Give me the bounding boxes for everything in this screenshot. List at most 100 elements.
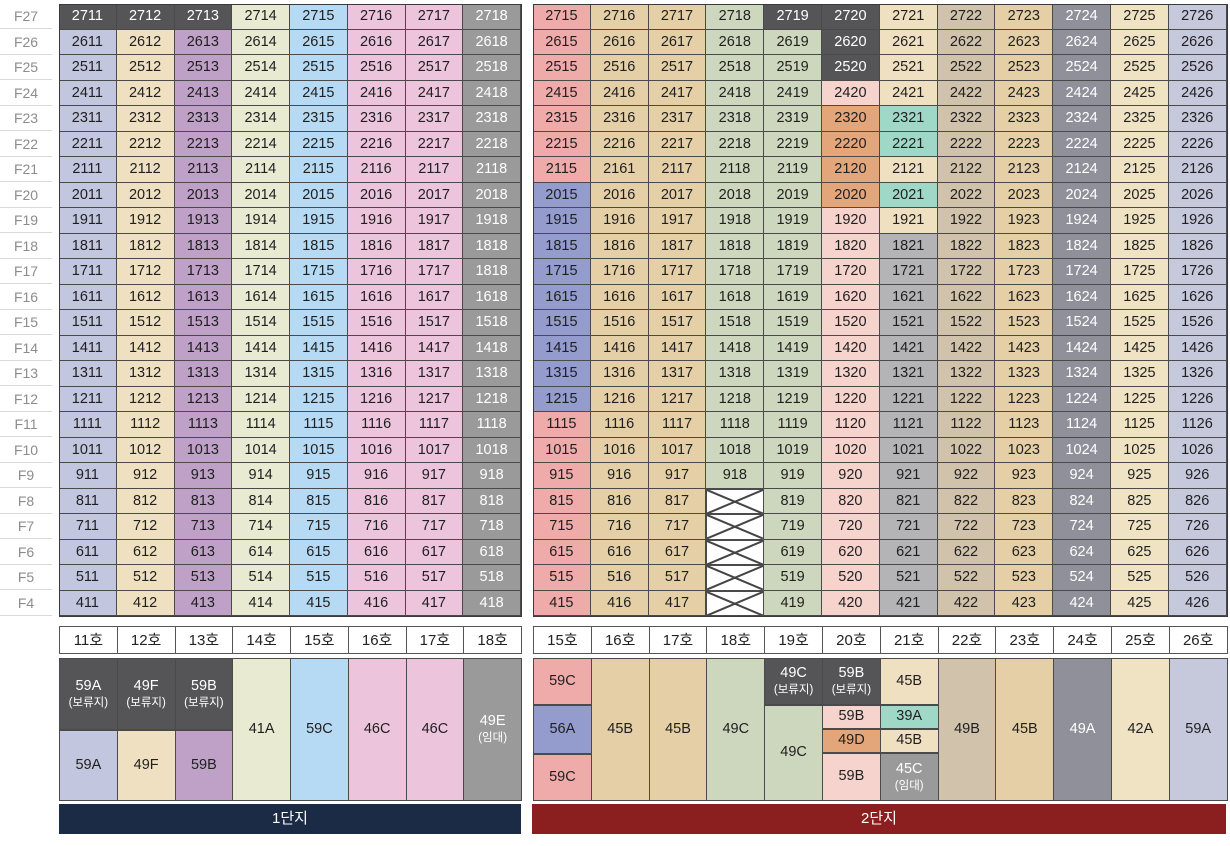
unit-cell: 1515 — [533, 310, 591, 336]
unit-cell: 524 — [1053, 565, 1111, 591]
unit-cell: 1821 — [879, 233, 938, 259]
unit-cell: 1616 — [590, 284, 649, 310]
unit-cell: 413 — [174, 590, 233, 616]
unit-cell: 1814 — [232, 233, 290, 259]
unit-cell: 2424 — [1053, 80, 1111, 106]
unit-cell: 1222 — [937, 386, 996, 412]
unit-cell: 1115 — [290, 412, 348, 438]
unit-cell: 820 — [822, 488, 880, 514]
unit-cell: 1321 — [879, 361, 938, 387]
unit-cell: 523 — [995, 565, 1054, 591]
unit-cell: 1513 — [174, 310, 233, 336]
unit-cell: 2161 — [590, 157, 649, 183]
unit-type-box: 59B — [822, 753, 881, 801]
unit-cell: 2219 — [764, 131, 822, 157]
unit-cell: 520 — [822, 565, 880, 591]
unit-cell: 623 — [995, 539, 1054, 565]
unit-cell: 2715 — [533, 4, 591, 30]
unit-cell: 2226 — [1168, 131, 1227, 157]
unit-cell: 1216 — [347, 386, 406, 412]
unit-cell: 2117 — [648, 157, 707, 183]
unit-type-box: 59C — [533, 754, 592, 801]
unit-cell: 2122 — [937, 157, 996, 183]
unit-cell: 416 — [347, 590, 406, 616]
unit-cell: 2217 — [648, 131, 707, 157]
unit-cell: 2626 — [1168, 29, 1227, 55]
unit-type-box: 45C (임대) — [879, 753, 939, 801]
unit-cell: 2019 — [764, 182, 822, 208]
unit-cell: 716 — [590, 514, 649, 540]
unit-cell: 1624 — [1053, 284, 1111, 310]
unit-cell: 622 — [937, 539, 996, 565]
unit-cell: 721 — [879, 514, 938, 540]
unit-cell: 1423 — [995, 335, 1054, 361]
unit-cell: 1411 — [59, 335, 117, 361]
unit-cell: 2224 — [1053, 131, 1111, 157]
unit-cell: 2111 — [59, 157, 117, 183]
unit-cell: 1019 — [764, 437, 822, 463]
unit-cell: 816 — [347, 488, 406, 514]
unit-cell: 519 — [764, 565, 822, 591]
floor-label: F18 — [0, 234, 52, 259]
unit-cell: 415 — [290, 590, 348, 616]
unit-cell: 2024 — [1053, 182, 1111, 208]
unit-cell: 720 — [822, 514, 880, 540]
unit-cell: 1115 — [533, 412, 591, 438]
unit-cell: 1917 — [405, 208, 464, 234]
unit-cell: 1919 — [764, 208, 822, 234]
unit-cell: 1125 — [1111, 412, 1169, 438]
unit-cell: 2715 — [290, 4, 348, 30]
unit-type-label: 59B — [190, 756, 217, 773]
unit-cell: 1426 — [1168, 335, 1227, 361]
unit-cell: 2016 — [590, 182, 649, 208]
unit-cell: 911 — [59, 463, 117, 489]
complex1-label-bar: 1단지 — [59, 804, 521, 834]
unit-type-note: (보류지) — [831, 684, 872, 697]
unit-type-label: 49C — [780, 665, 807, 682]
unit-cell: 2317 — [648, 106, 707, 132]
unit-cell: 917 — [405, 463, 464, 489]
unit-cell: 2417 — [405, 80, 464, 106]
unit-cell: 1014 — [232, 437, 290, 463]
unit-cell: 2022 — [937, 182, 996, 208]
unit-cell: 1813 — [174, 233, 233, 259]
unit-cell: 425 — [1111, 590, 1169, 616]
unit-cell: 2016 — [347, 182, 406, 208]
unit-cell: 2512 — [116, 55, 175, 81]
unit-cell: 814 — [232, 488, 290, 514]
unit-cell: 1313 — [174, 361, 233, 387]
unit-cell: 812 — [116, 488, 175, 514]
unit-cell: 2722 — [937, 4, 996, 30]
unit-cell: 1113 — [174, 412, 233, 438]
column-header: 16호 — [590, 626, 650, 654]
unit-cell: 1017 — [405, 437, 464, 463]
unit-cell: 2118 — [706, 157, 765, 183]
unit-cell: 2616 — [590, 29, 649, 55]
unit-cell: 1617 — [648, 284, 707, 310]
unit-cell: 1121 — [879, 412, 938, 438]
unit-cell: 415 — [533, 590, 591, 616]
unit-cell: 1617 — [405, 284, 464, 310]
unit-type-label: 39A — [896, 708, 923, 725]
unit-type-box: 59C — [533, 658, 592, 705]
unit-cell: 2519 — [764, 55, 822, 81]
unit-cell: 1918 — [463, 208, 521, 234]
unit-cell: 915 — [290, 463, 348, 489]
unit-cell: 1520 — [822, 310, 880, 336]
unit-cell: 717 — [405, 514, 464, 540]
unit-cell: 2418 — [706, 80, 765, 106]
unit-cell: 1612 — [116, 284, 175, 310]
unit-cell: 1718 — [706, 259, 765, 285]
unit-cell: 613 — [174, 539, 233, 565]
unit-cell: 1117 — [405, 412, 464, 438]
floor-label: F23 — [0, 106, 52, 131]
floor-label: F16 — [0, 285, 52, 310]
unit-type-note: (임대) — [894, 779, 924, 792]
unit-type-label: 56A — [549, 720, 576, 737]
unit-cell: 1319 — [764, 361, 822, 387]
unit-cell: 417 — [405, 590, 464, 616]
unit-cell: 2119 — [764, 157, 822, 183]
unit-cell: 819 — [764, 488, 822, 514]
unit-cell: 421 — [879, 590, 938, 616]
unit-cell: 2421 — [879, 80, 938, 106]
